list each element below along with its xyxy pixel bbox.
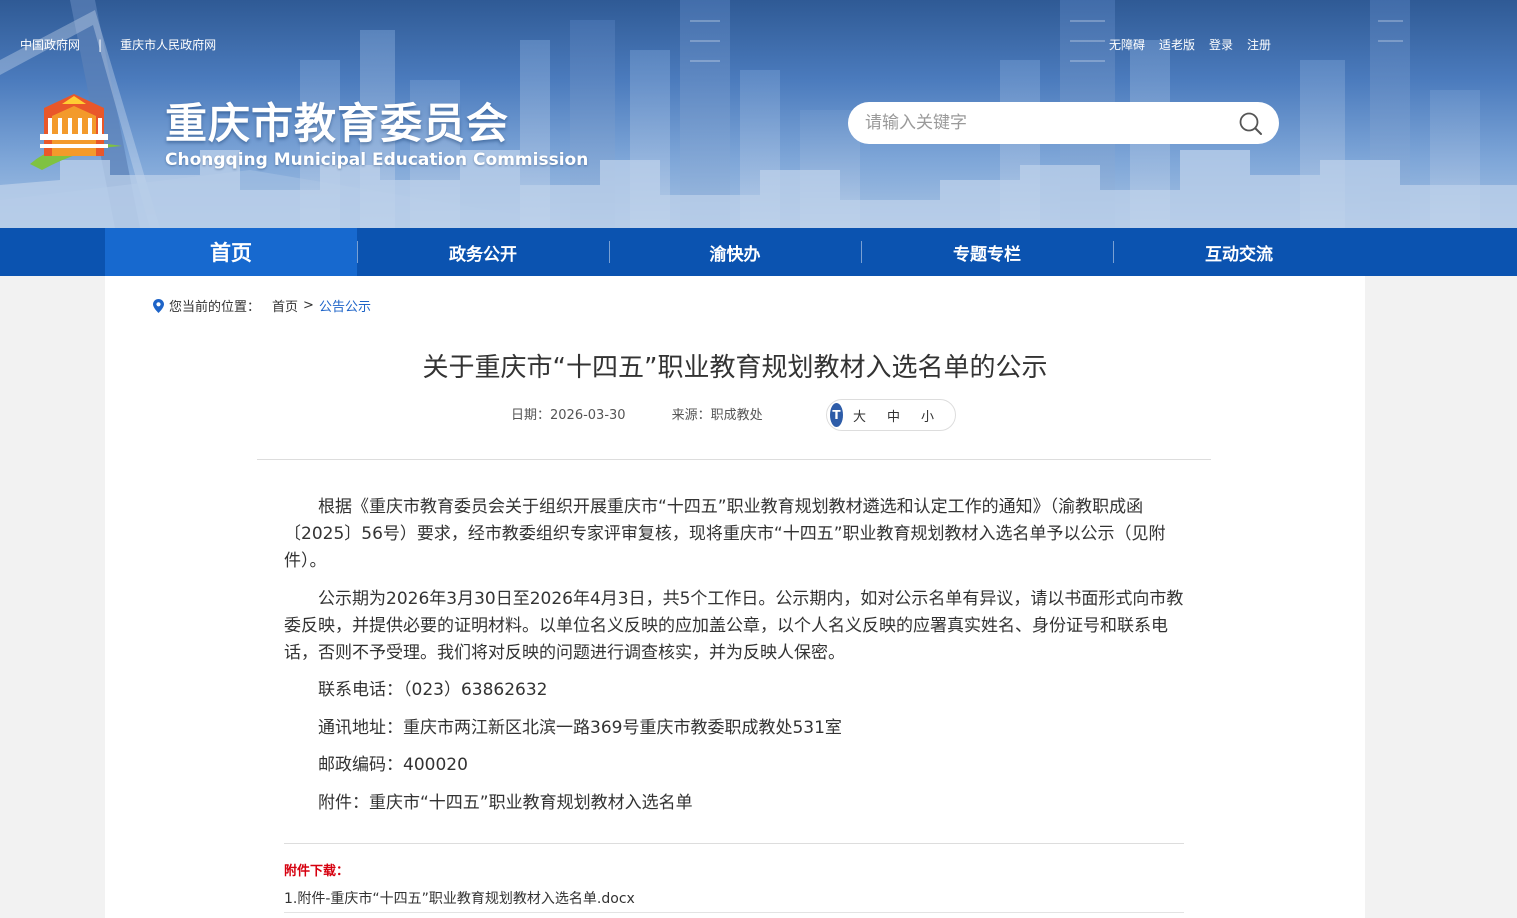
font-size-switcher: T 大 中 小	[826, 399, 956, 431]
contact-address: 通讯地址：重庆市两江新区北滨一路369号重庆市教委职成教处531室	[318, 717, 842, 738]
attachment-divider	[284, 843, 1184, 844]
search-input[interactable]	[865, 111, 1225, 135]
article-source: 来源：职成教处	[671, 408, 763, 423]
commission-emblem-icon[interactable]	[22, 86, 126, 170]
article-container: 您当前的位置： 首页 > 公告公示 关于重庆市“十四五”职业教育规划教材入选名单…	[105, 276, 1365, 918]
nav-special-topics[interactable]: 专题专栏	[861, 228, 1113, 276]
location-pin-icon	[153, 298, 164, 313]
nav-government-affairs[interactable]: 政务公开	[357, 228, 609, 276]
article-paragraph: 根据《重庆市教育委员会关于组织开展重庆市“十四五”职业教育规划教材遴选和认定工作…	[284, 497, 1166, 571]
nav-yukuaiban[interactable]: 渝快办	[609, 228, 861, 276]
register-link[interactable]: 注册	[1247, 36, 1271, 53]
article-date: 日期：2026-03-30	[511, 408, 626, 423]
search-icon[interactable]	[1238, 111, 1264, 137]
search-box	[848, 102, 1279, 144]
article-meta: 日期：2026-03-30 来源：职成教处	[511, 404, 763, 423]
attachment-bottom-divider	[284, 912, 1184, 913]
main-nav: 首页 政务公开 渝快办 专题专栏 互动交流	[0, 228, 1517, 276]
header-banner: 中国政府网 | 重庆市人民政府网 无障碍 适老版 登录 注册 重庆市教育委员会 …	[0, 0, 1517, 228]
attachments-title: 附件下载：	[284, 864, 350, 879]
gov-cn-link[interactable]: 中国政府网	[20, 36, 80, 53]
accessibility-link[interactable]: 无障碍	[1109, 36, 1145, 53]
site-title-cn[interactable]: 重庆市教育委员会	[165, 90, 509, 151]
postal-code: 邮政编码：400020	[318, 755, 468, 775]
breadcrumb-separator: >	[303, 298, 314, 313]
cq-gov-link[interactable]: 重庆市人民政府网	[120, 36, 216, 53]
font-size-small[interactable]: 小	[921, 406, 934, 425]
contact-phone: 联系电话：（023）63862632	[318, 680, 548, 700]
breadcrumb-home[interactable]: 首页	[272, 296, 298, 315]
elderly-mode-link[interactable]: 适老版	[1159, 36, 1195, 53]
nav-interaction[interactable]: 互动交流	[1113, 228, 1365, 276]
attachment-note: 附件：重庆市“十四五”职业教育规划教材入选名单	[318, 792, 693, 813]
breadcrumb: 您当前的位置： 首页 > 公告公示	[153, 296, 371, 315]
top-links-right: 无障碍 适老版 登录 注册	[1109, 36, 1271, 53]
title-divider	[257, 459, 1211, 460]
font-size-icon: T	[830, 403, 843, 427]
article-body: 根据《重庆市教育委员会关于组织开展重庆市“十四五”职业教育规划教材遴选和认定工作…	[284, 494, 1186, 827]
font-size-large[interactable]: 大	[853, 406, 866, 425]
article-title: 关于重庆市“十四五”职业教育规划教材入选名单的公示	[422, 353, 1048, 383]
site-title-en: Chongqing Municipal Education Commission	[165, 150, 589, 170]
top-links-left: 中国政府网 | 重庆市人民政府网	[20, 36, 216, 53]
article-paragraph: 公示期为2026年3月30日至2026年4月3日，共5个工作日。公示期内，如对公…	[284, 588, 1184, 663]
breadcrumb-prefix: 您当前的位置：	[169, 300, 261, 315]
font-size-medium[interactable]: 中	[887, 406, 900, 425]
breadcrumb-current[interactable]: 公告公示	[319, 296, 371, 315]
top-links-separator: |	[98, 37, 103, 52]
attachment-link[interactable]: 1.附件-重庆市“十四五”职业教育规划教材入选名单.docx	[284, 888, 635, 908]
nav-home[interactable]: 首页	[105, 228, 357, 276]
login-link[interactable]: 登录	[1209, 36, 1233, 53]
